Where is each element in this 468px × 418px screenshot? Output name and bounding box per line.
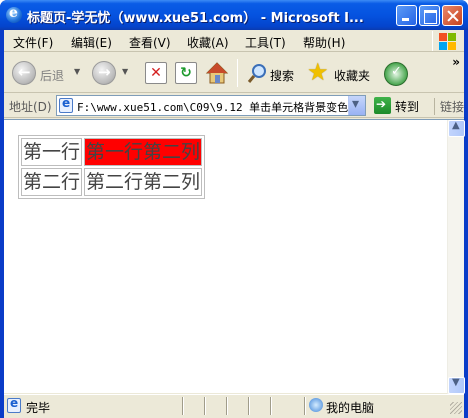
close-button[interactable] xyxy=(442,5,463,26)
table-row: 第二行 第二行第二列 xyxy=(21,168,203,196)
status-separator xyxy=(182,397,184,415)
maximize-button[interactable] xyxy=(419,5,440,26)
toolbar-more-chevron[interactable]: » xyxy=(452,55,460,69)
menu-bar: 文件(F) 编辑(E) 查看(V) 收藏(A) 工具(T) 帮助(H) xyxy=(4,30,464,52)
table-cell[interactable]: 第二行第二列 xyxy=(84,168,203,196)
address-bar: 地址(D) F:\www.xue51.com\C09\9.12 单击单元格背景变… xyxy=(4,94,464,118)
menu-tools[interactable]: 工具(T) xyxy=(245,34,286,51)
address-dropdown-icon[interactable] xyxy=(348,96,365,115)
title-bar[interactable]: 标题页-学无忧（www.xue51.com） - Microsoft I... xyxy=(0,0,468,30)
stop-icon[interactable]: ✕ xyxy=(145,62,167,84)
ie-window: 标题页-学无忧（www.xue51.com） - Microsoft I... … xyxy=(0,0,468,418)
go-button-label[interactable]: 转到 xyxy=(395,98,419,115)
menu-favorites[interactable]: 收藏(A) xyxy=(187,34,229,51)
security-zone: 我的电脑 xyxy=(326,401,375,415)
client-area: 文件(F) 编辑(E) 查看(V) 收藏(A) 工具(T) 帮助(H) 后退 ▼… xyxy=(4,30,465,418)
table-cell-highlighted[interactable]: 第一行第二列 xyxy=(84,138,203,166)
menu-edit[interactable]: 编辑(E) xyxy=(71,34,112,51)
status-separator xyxy=(204,397,206,415)
toolbar-separator xyxy=(237,59,238,87)
windows-logo-icon xyxy=(432,31,456,51)
my-computer-icon xyxy=(309,398,323,412)
go-arrow-icon[interactable] xyxy=(374,97,391,114)
menu-help[interactable]: 帮助(H) xyxy=(303,34,345,51)
status-bar: 完毕 我的电脑 xyxy=(4,394,464,416)
media-icon[interactable] xyxy=(384,62,408,86)
standard-toolbar: 后退 ▼ ▼ ✕ ↻ 搜索 ★ 收藏夹 » xyxy=(4,53,464,93)
page-icon xyxy=(59,96,73,113)
refresh-icon[interactable]: ↻ xyxy=(175,62,197,84)
back-dropdown-icon[interactable]: ▼ xyxy=(74,67,80,76)
table-cell[interactable]: 第二行 xyxy=(21,168,83,196)
scroll-up-icon[interactable] xyxy=(448,120,465,137)
search-button-label[interactable]: 搜索 xyxy=(270,67,294,84)
forward-dropdown-icon[interactable]: ▼ xyxy=(122,67,128,76)
favorites-button-label[interactable]: 收藏夹 xyxy=(334,67,370,84)
ie-app-icon[interactable] xyxy=(6,5,22,23)
resize-grip[interactable] xyxy=(450,402,462,414)
page-viewport: 第一行 第一行第二列 第二行 第二行第二列 xyxy=(4,119,465,394)
status-separator xyxy=(226,397,228,415)
search-icon[interactable] xyxy=(247,62,269,84)
content-table: 第一行 第一行第二列 第二行 第二行第二列 xyxy=(18,135,206,199)
links-label[interactable]: 链接 xyxy=(434,98,464,115)
status-text: 完毕 xyxy=(26,401,51,415)
back-button-label[interactable]: 后退 xyxy=(40,67,64,84)
status-separator xyxy=(304,397,306,415)
forward-icon[interactable] xyxy=(92,61,116,85)
address-input[interactable]: F:\www.xue51.com\C09\9.12 单击单元格背景变色. xyxy=(56,95,366,116)
back-icon[interactable] xyxy=(12,61,36,85)
menu-view[interactable]: 查看(V) xyxy=(129,34,171,51)
window-title: 标题页-学无忧（www.xue51.com） - Microsoft I... xyxy=(27,11,364,26)
status-separator xyxy=(270,397,272,415)
menu-file[interactable]: 文件(F) xyxy=(13,34,53,51)
address-label: 地址(D) xyxy=(9,100,52,114)
home-icon[interactable] xyxy=(205,61,229,85)
address-url[interactable]: F:\www.xue51.com\C09\9.12 单击单元格背景变色. xyxy=(77,99,355,115)
scroll-down-icon[interactable] xyxy=(448,377,465,394)
minimize-button[interactable] xyxy=(396,5,417,26)
status-separator xyxy=(248,397,250,415)
table-cell[interactable]: 第一行 xyxy=(21,138,83,166)
vertical-scrollbar[interactable] xyxy=(447,120,465,394)
table-row: 第一行 第一行第二列 xyxy=(21,138,203,166)
status-page-icon xyxy=(7,396,21,413)
favorites-star-icon[interactable]: ★ xyxy=(307,60,333,86)
